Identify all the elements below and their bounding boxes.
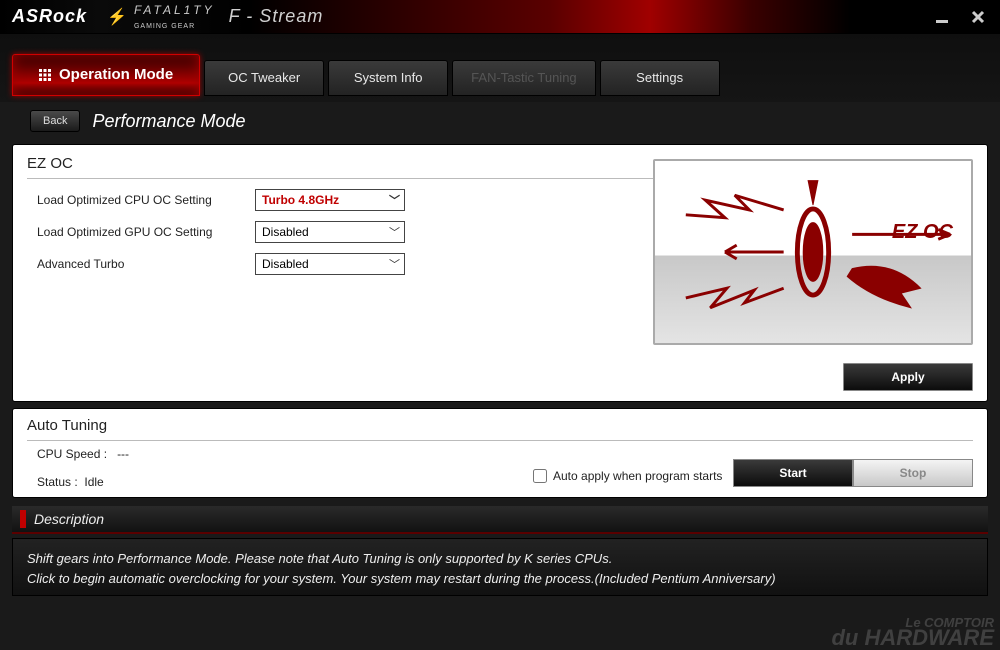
description-body: Shift gears into Performance Mode. Pleas… (12, 538, 988, 596)
back-button[interactable]: Back (30, 110, 80, 132)
fatality-subtext: GAMING GEAR (134, 23, 195, 30)
app-title: F - Stream (229, 6, 324, 27)
adv-turbo-label: Advanced Turbo (37, 257, 237, 271)
auto-apply-label: Auto apply when program starts (553, 469, 722, 483)
watermark-line2: du HARDWARE (831, 625, 994, 650)
watermark-line1: Le COMPTOIR (831, 617, 994, 629)
page-header: Back Performance Mode (0, 102, 1000, 144)
tab-settings[interactable]: Settings (600, 60, 720, 96)
adv-turbo-select[interactable]: Disabled ﹀ (255, 253, 405, 275)
ezoc-graphic-icon (655, 161, 971, 343)
tab-operation-mode[interactable]: Operation Mode (12, 54, 200, 96)
ezoc-illustration: EZ OC (653, 159, 973, 345)
description-line2: Click to begin automatic overclocking fo… (27, 569, 973, 589)
start-button[interactable]: Start (733, 459, 853, 487)
auto-apply-input[interactable] (533, 469, 547, 483)
ezoc-illus-label: EZ OC (892, 221, 953, 244)
description-heading: Description (34, 511, 104, 527)
status-label: Status : (37, 475, 78, 489)
status-value: Idle (84, 475, 103, 489)
cpu-oc-select[interactable]: Turbo 4.8GHz ﹀ (255, 189, 405, 211)
autotune-heading: Auto Tuning (27, 417, 973, 441)
cpu-speed-value: --- (117, 447, 129, 461)
stop-button: Stop (853, 459, 973, 487)
minimize-button[interactable] (924, 0, 960, 34)
page-title: Performance Mode (92, 111, 245, 132)
autotune-buttons: Start Stop (733, 459, 973, 487)
tab-oc-tweaker[interactable]: OC Tweaker (204, 60, 324, 96)
gpu-oc-label: Load Optimized GPU OC Setting (37, 225, 237, 239)
chevron-down-icon: ﹀ (389, 224, 400, 240)
cpu-oc-value: Turbo 4.8GHz (262, 193, 339, 207)
fatality-logo: ⚡ FATAL1TY GAMING GEAR (107, 3, 215, 31)
gpu-oc-select[interactable]: Disabled ﹀ (255, 221, 405, 243)
ezoc-panel: EZ OC Load Optimized CPU OC Setting Turb… (12, 144, 988, 402)
adv-turbo-value: Disabled (262, 257, 309, 271)
titlebar: ASRock ⚡ FATAL1TY GAMING GEAR F - Stream (0, 0, 1000, 34)
gpu-oc-value: Disabled (262, 225, 309, 239)
autotune-panel: Auto Tuning CPU Speed : --- Status : Idl… (12, 408, 988, 498)
chevron-down-icon: ﹀ (389, 192, 400, 208)
close-button[interactable] (960, 0, 996, 34)
auto-apply-checkbox[interactable]: Auto apply when program starts (533, 469, 722, 483)
tab-system-info[interactable]: System Info (328, 60, 448, 96)
apply-button[interactable]: Apply (843, 363, 973, 391)
cpu-oc-label: Load Optimized CPU OC Setting (37, 193, 237, 207)
fatality-icon: ⚡ (107, 7, 130, 27)
fatality-text: FATAL1TY (134, 3, 215, 17)
tab-fan-tuning[interactable]: FAN-Tastic Tuning (452, 60, 596, 96)
description-header: Description (12, 506, 988, 534)
description-line1: Shift gears into Performance Mode. Pleas… (27, 549, 973, 569)
chevron-down-icon: ﹀ (389, 256, 400, 272)
close-icon (971, 10, 985, 24)
brand-logo: ASRock (12, 6, 87, 27)
accent-bar-icon (20, 510, 26, 528)
grid-icon (39, 69, 51, 81)
cpu-speed-label: CPU Speed : (37, 447, 107, 461)
watermark: Le COMPTOIR du HARDWARE (831, 617, 994, 648)
tab-label: Operation Mode (59, 66, 173, 83)
minimize-icon (935, 10, 949, 24)
main-tabs: Operation Mode OC Tweaker System Info FA… (0, 34, 1000, 102)
